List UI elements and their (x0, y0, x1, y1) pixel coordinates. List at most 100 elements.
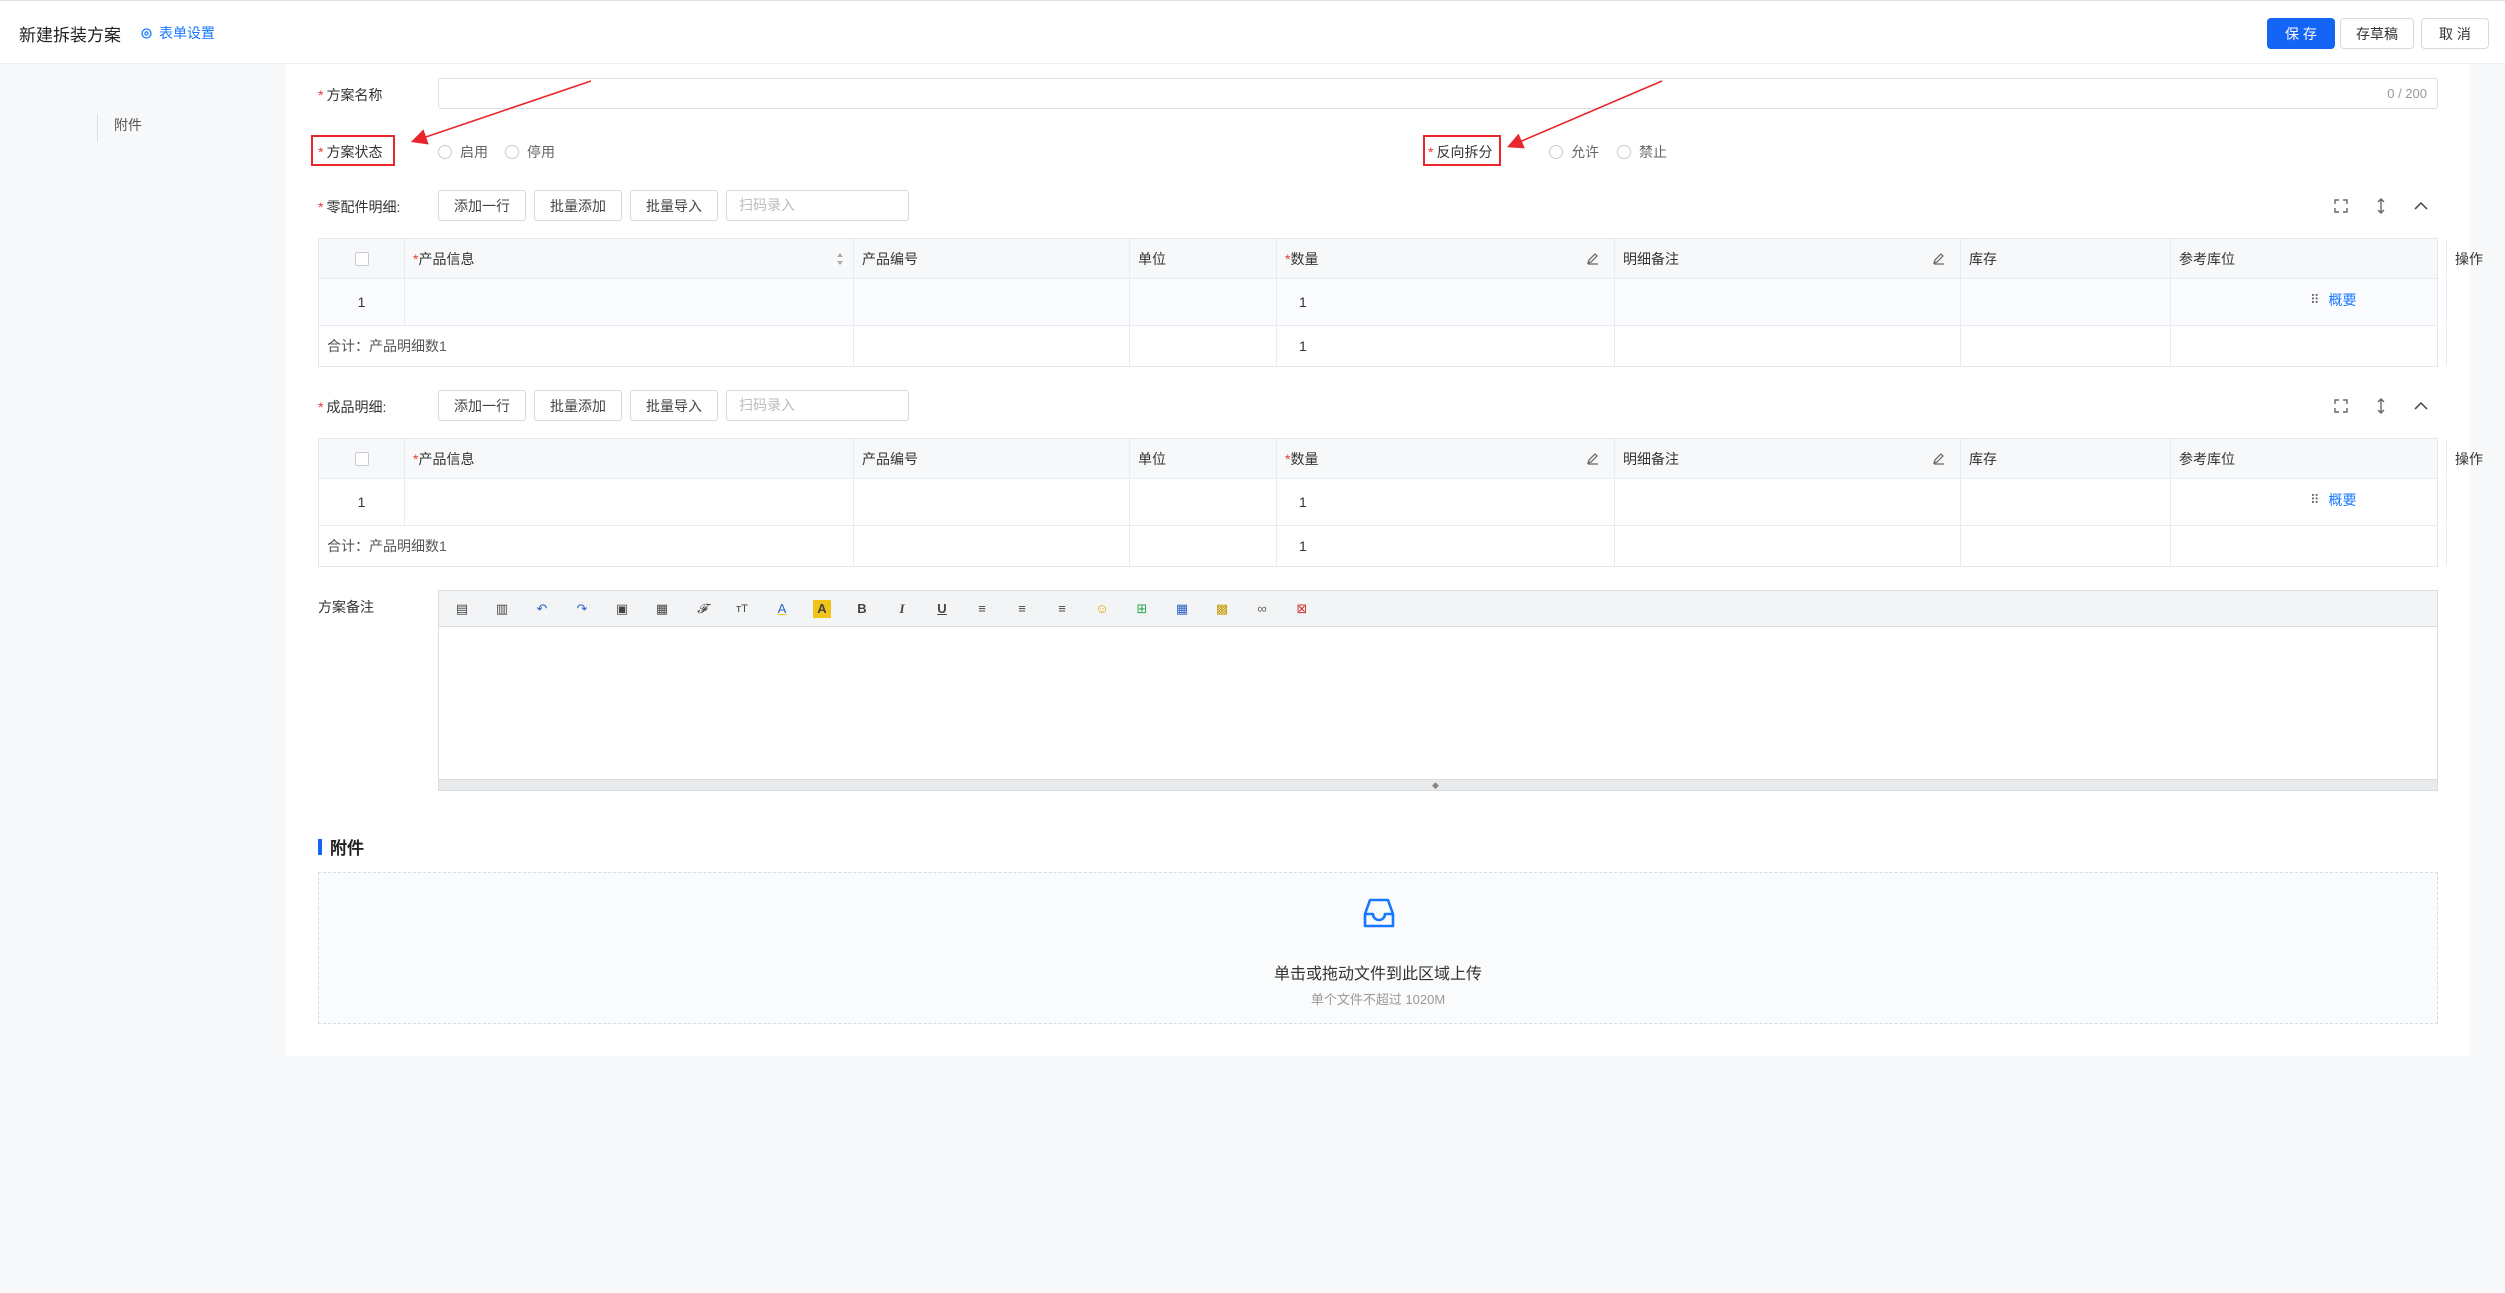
row-index: 1 (319, 279, 405, 325)
summary-row: 合计：产品明细数1 1 (319, 326, 2447, 366)
edit-icon[interactable] (1586, 451, 1600, 465)
italic-icon[interactable]: I (893, 600, 911, 618)
collapse-icon[interactable] (2412, 397, 2430, 415)
col-unit: 单位 (1130, 439, 1277, 478)
summary-link[interactable]: 概要 (2329, 290, 2357, 310)
cell-detail-remark[interactable] (1615, 479, 1961, 525)
cell-product-code (854, 279, 1130, 325)
sort-icon[interactable] (835, 252, 845, 266)
cell-action (2447, 479, 2505, 525)
underline-icon[interactable]: U (933, 600, 951, 618)
col-quantity: * 数量 (1277, 439, 1615, 478)
cell-ref-location (2171, 479, 2447, 525)
plan-remark-label: 方案备注 (318, 599, 374, 615)
col-product-code: 产品编号 (854, 439, 1130, 478)
col-action: 操作 (2455, 250, 2483, 267)
resize-handle-icon[interactable]: ◆ (1432, 780, 1439, 791)
cell-quantity[interactable]: 1 (1277, 279, 1615, 325)
edit-icon[interactable] (1932, 251, 1946, 265)
parts-batch-add-button[interactable]: 批量添加 (534, 190, 622, 221)
row-height-icon[interactable] (2372, 397, 2390, 415)
cell-detail-remark[interactable] (1615, 279, 1961, 325)
redo-icon[interactable]: ↷ (573, 600, 591, 618)
status-disable-radio[interactable]: 停用 (505, 142, 555, 162)
products-batch-import-button[interactable]: 批量导入 (630, 390, 718, 421)
parts-table: * 产品信息 产品编号 单位 * 数量 明细备注 库存 参考库位 操作 1 1 合计… (318, 238, 2483, 367)
align-right-icon[interactable]: ≡ (1053, 600, 1071, 618)
col-ref-location: 参考库位 (2171, 439, 2447, 478)
font-size-icon[interactable]: тT (733, 600, 751, 618)
edit-icon[interactable] (1586, 251, 1600, 265)
edit-icon[interactable] (1932, 451, 1946, 465)
parts-scan-input[interactable]: 扫码录入 (726, 190, 909, 221)
status-enable-radio[interactable]: 启用 (438, 142, 488, 162)
summary-row: 合计：产品明细数1 1 (319, 526, 2447, 566)
editor-resize-bar[interactable]: ◆ (439, 779, 2437, 790)
annotation-arrow-reverse (1507, 80, 1663, 149)
summary-empty (2171, 326, 2447, 366)
plan-status-label: * 方案状态 (318, 144, 383, 160)
reverse-allow-radio[interactable]: 允许 (1549, 142, 1599, 162)
col-product-info: * 产品信息 (405, 239, 854, 278)
cell-quantity[interactable]: 1 (1277, 479, 1615, 525)
summary-qty: 1 (1277, 526, 1615, 566)
template-icon[interactable]: ▥ (493, 600, 511, 618)
insert-row-icon[interactable]: ⊞ (1133, 600, 1151, 618)
clear-format-icon[interactable]: ⊠ (1293, 600, 1311, 618)
table-icon[interactable]: ▦ (1173, 600, 1191, 618)
table-row[interactable]: 1 1 (319, 279, 2447, 326)
table-row[interactable]: 1 1 (319, 479, 2447, 526)
fullscreen-icon[interactable] (2332, 397, 2350, 415)
source-icon[interactable]: ▤ (453, 600, 471, 618)
cell-action (2447, 279, 2505, 325)
attachment-section-title: 附件 (318, 834, 364, 859)
summary-empty (1961, 526, 2171, 566)
reverse-forbid-radio[interactable]: 禁止 (1617, 142, 1667, 162)
row-height-icon[interactable] (2372, 197, 2390, 215)
products-table: * 产品信息 产品编号 单位 * 数量 明细备注 库存 参考库位 操作 1 1 合计… (318, 438, 2483, 567)
paste-text-icon[interactable]: ▦ (653, 600, 671, 618)
cell-product-info[interactable] (405, 479, 854, 525)
reverse-split-label: * 反向拆分 (1428, 144, 1493, 160)
bold-icon[interactable]: B (853, 600, 871, 618)
summary-link[interactable]: 概要 (2329, 490, 2357, 510)
radio-circle (505, 145, 519, 159)
collapse-icon[interactable] (2412, 197, 2430, 215)
emoji-icon[interactable]: ☺ (1093, 600, 1111, 618)
undo-icon[interactable]: ↶ (533, 600, 551, 618)
cell-unit (1130, 279, 1277, 325)
parts-add-row-button[interactable]: 添加一行 (438, 190, 526, 221)
paste-icon[interactable]: ▣ (613, 600, 631, 618)
col-unit: 单位 (1130, 239, 1277, 278)
cell-product-code (854, 479, 1130, 525)
products-batch-add-button[interactable]: 批量添加 (534, 390, 622, 421)
fullscreen-icon[interactable] (2332, 197, 2350, 215)
link-icon[interactable]: ∞ (1253, 600, 1271, 618)
align-center-icon[interactable]: ≡ (1013, 600, 1031, 618)
drag-handle-icon[interactable]: ⠿ (2310, 292, 2319, 308)
products-add-row-button[interactable]: 添加一行 (438, 390, 526, 421)
cell-product-info[interactable] (405, 279, 854, 325)
parts-detail-label: * 零配件明细: (318, 199, 401, 215)
select-all-checkbox[interactable] (354, 451, 369, 466)
radio-circle (1617, 145, 1631, 159)
font-color-icon[interactable]: A (773, 600, 791, 618)
upload-dropzone[interactable]: 单击或拖动文件到此区域上传 单个文件不超过 1020M (318, 872, 2438, 1024)
summary-qty: 1 (1277, 326, 1615, 366)
highlight-icon[interactable]: A (813, 600, 831, 618)
rich-text-editor[interactable]: ▤ ▥ ↶ ↷ ▣ ▦ 𝓕 тT A A B I U ≡ ≡ ≡ ☺ ⊞ ▦ ▩… (438, 590, 2438, 791)
products-detail-label: * 成品明细: (318, 399, 387, 415)
summary-empty (854, 526, 1130, 566)
products-scan-input[interactable]: 扫码录入 (726, 390, 909, 421)
parts-batch-import-button[interactable]: 批量导入 (630, 190, 718, 221)
cell-unit (1130, 479, 1277, 525)
cell-ref-location (2171, 279, 2447, 325)
summary-label: 合计：产品明细数1 (319, 326, 854, 366)
select-all-checkbox[interactable] (354, 251, 369, 266)
font-family-icon[interactable]: 𝓕 (693, 600, 711, 618)
drag-handle-icon[interactable]: ⠿ (2310, 492, 2319, 508)
image-icon[interactable]: ▩ (1213, 600, 1231, 618)
align-left-icon[interactable]: ≡ (973, 600, 991, 618)
summary-empty (1961, 326, 2171, 366)
col-product-code: 产品编号 (854, 239, 1130, 278)
